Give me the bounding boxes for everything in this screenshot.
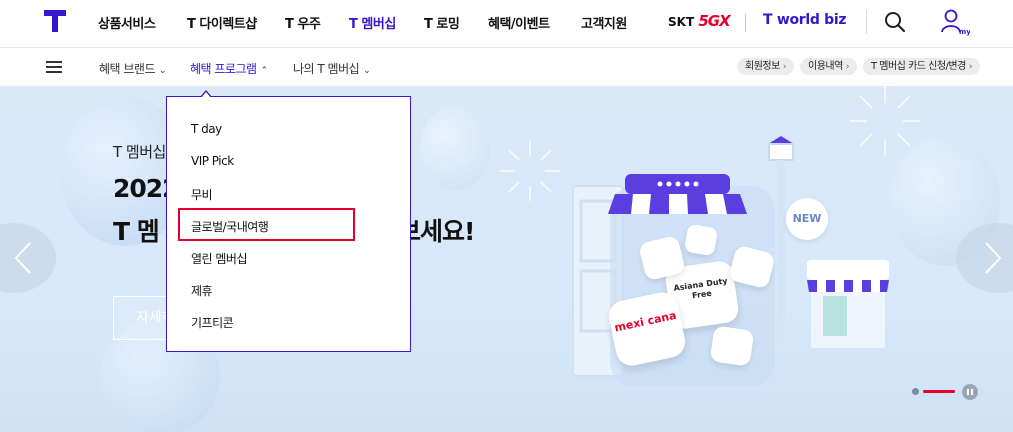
skt-text: SKT [668, 15, 695, 29]
myt-label: myT [959, 28, 970, 36]
lnb-label: 나의 T 멤버십 [293, 62, 360, 76]
chevron-right-icon: › [845, 62, 850, 72]
chevron-right-icon: › [782, 62, 787, 72]
pill-label: 회원정보 [745, 61, 780, 72]
divider [745, 14, 746, 32]
chevron-right-icon [985, 242, 1002, 274]
chevron-down-icon: ⌄ [363, 66, 371, 76]
carousel-prev-button[interactable] [0, 223, 56, 293]
gnb-item-benefits[interactable]: 혜택/이벤트 [488, 13, 550, 32]
divider [866, 10, 867, 34]
dropdown-item-vip-pick[interactable]: VIP Pick [191, 154, 234, 168]
firework-decoration [850, 86, 920, 156]
myt-user-icon[interactable]: myT [940, 8, 970, 36]
highlight-box [178, 208, 355, 241]
gnb-item-membership[interactable]: T 멤버십 [349, 13, 396, 32]
brand-card [683, 223, 719, 257]
chevron-up-icon: ⌃ [260, 66, 269, 76]
pill-label: 이용내역 [808, 61, 843, 72]
hero-banner: T 멤버십 2022 T 멤 보세요! 자세히 Asiana Duty Free… [0, 86, 1013, 432]
usage-history-pill[interactable]: 이용내역 › [800, 58, 857, 75]
search-icon[interactable] [884, 11, 906, 33]
firework-decoration [500, 141, 560, 201]
dropdown-item-open-membership[interactable]: 열린 멤버십 [191, 250, 248, 267]
hero-subtitle: T 멤버십 [113, 143, 166, 161]
lnb-label: 혜택 브랜드 [99, 62, 156, 76]
dropdown-item-partnership[interactable]: 제휴 [191, 282, 213, 299]
chevron-right-icon: › [968, 62, 973, 72]
member-info-pill[interactable]: 회원정보 › [737, 58, 794, 75]
skt-5gx-logo[interactable]: SKT 5GX [668, 12, 731, 30]
lnb-item-benefit-brand[interactable]: 혜택 브랜드 ⌄ [99, 60, 167, 77]
chevron-left-icon [14, 242, 31, 274]
tworld-logo[interactable] [44, 10, 66, 32]
balloon-image [420, 106, 490, 191]
carousel-indicator-dot[interactable] [912, 388, 919, 395]
dropdown-caret [201, 92, 211, 98]
dropdown-item-gifticon[interactable]: 기프티콘 [191, 314, 234, 331]
gnb-item-support[interactable]: 고객지원 [581, 13, 627, 32]
gnb-item-roaming[interactable]: T 로밍 [424, 13, 460, 32]
gnb-item-universe[interactable]: T 우주 [285, 13, 321, 32]
hamburger-menu-icon[interactable] [46, 61, 62, 73]
gnb-item-products[interactable]: 상품서비스 [98, 13, 156, 32]
carousel-indicator-active[interactable] [923, 390, 955, 393]
local-nav: 혜택 브랜드 ⌄ 혜택 프로그램 ⌃ 나의 T 멤버십 ⌄ 회원정보 › 이용내역 › T… [0, 48, 1013, 86]
brand-card [709, 325, 755, 367]
lnb-item-my-membership[interactable]: 나의 T 멤버십 ⌄ [293, 60, 371, 77]
lnb-item-benefit-program[interactable]: 혜택 프로그램 ⌃ [190, 60, 268, 77]
chevron-down-icon: ⌄ [159, 66, 167, 76]
pill-label: T 멤버십 카드 신청/변경 [871, 61, 966, 72]
global-nav: 상품서비스 T 다이렉트샵 T 우주 T 멤버십 T 로밍 혜택/이벤트 고객지… [0, 0, 1013, 48]
carousel-pause-button[interactable] [962, 384, 978, 400]
dropdown-item-tday[interactable]: T day [191, 122, 222, 136]
gnb-item-direct-shop[interactable]: T 다이렉트샵 [187, 13, 257, 32]
new-badge: NEW [786, 198, 828, 240]
store-illustration [807, 260, 889, 348]
lnb-label: 혜택 프로그램 [190, 62, 257, 76]
dropdown-item-movie[interactable]: 무비 [191, 186, 213, 203]
membership-card-pill[interactable]: T 멤버십 카드 신청/변경 › [863, 58, 980, 75]
5gx-text: 5GX [698, 12, 730, 30]
tworld-biz-link[interactable]: T world biz [763, 12, 847, 28]
hero-title: T 멤 [113, 217, 160, 246]
